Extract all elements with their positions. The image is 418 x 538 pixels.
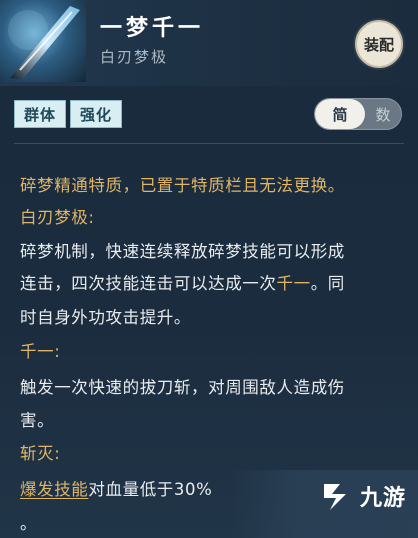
desc-line: 碎梦机制，快速连续释放碎梦技能可以形成	[20, 242, 345, 261]
toggle-simple[interactable]: 简	[315, 99, 365, 129]
desc-line: 触发一次快速的拔刀斩，对周围敌人造成伤	[20, 378, 345, 397]
watermark-logo-icon	[324, 484, 346, 510]
equip-button[interactable]: 装配	[355, 20, 403, 68]
desc-line-trait: 碎梦精通特质，已置于特质栏且无法更换。	[20, 176, 345, 195]
detail-mode-toggle[interactable]: 简 数	[314, 98, 402, 130]
section-title-baiRen: 白刃梦极:	[20, 208, 95, 227]
section-title-zhanmie: 斩灭:	[20, 444, 61, 463]
tag-group: 群体	[14, 100, 66, 128]
watermark: 九游	[318, 478, 406, 514]
section-title-qianyi: 千一:	[20, 342, 61, 361]
keyword-burst-skill[interactable]: 爆发技能	[20, 480, 88, 499]
skill-detail-panel: 一梦千一 白刃梦极 装配 群体 强化 简 数 碎梦精通特质，已置于特质栏且无法更…	[0, 0, 418, 538]
skill-name: 一梦千一	[100, 16, 205, 41]
skill-subtitle: 白刃梦极	[100, 48, 169, 66]
divider	[14, 143, 404, 144]
keyword-qianyi[interactable]: 千一	[277, 274, 311, 293]
skill-icon-blade	[0, 0, 86, 82]
toggle-numeric[interactable]: 数	[365, 99, 401, 129]
desc-line: 。	[20, 514, 38, 533]
tag-enhance: 强化	[70, 100, 122, 128]
desc-line: 爆发技能对血量低于30%	[20, 480, 213, 499]
watermark-text: 九游	[360, 486, 407, 511]
desc-line: 连击，四次技能连击可以达成一次千一。同	[20, 274, 345, 293]
desc-line: 害。	[20, 411, 55, 430]
desc-line: 时自身外功攻击提升。	[20, 308, 191, 327]
skill-header: 一梦千一 白刃梦极 装配	[0, 0, 418, 86]
blade-icon	[8, 6, 80, 80]
